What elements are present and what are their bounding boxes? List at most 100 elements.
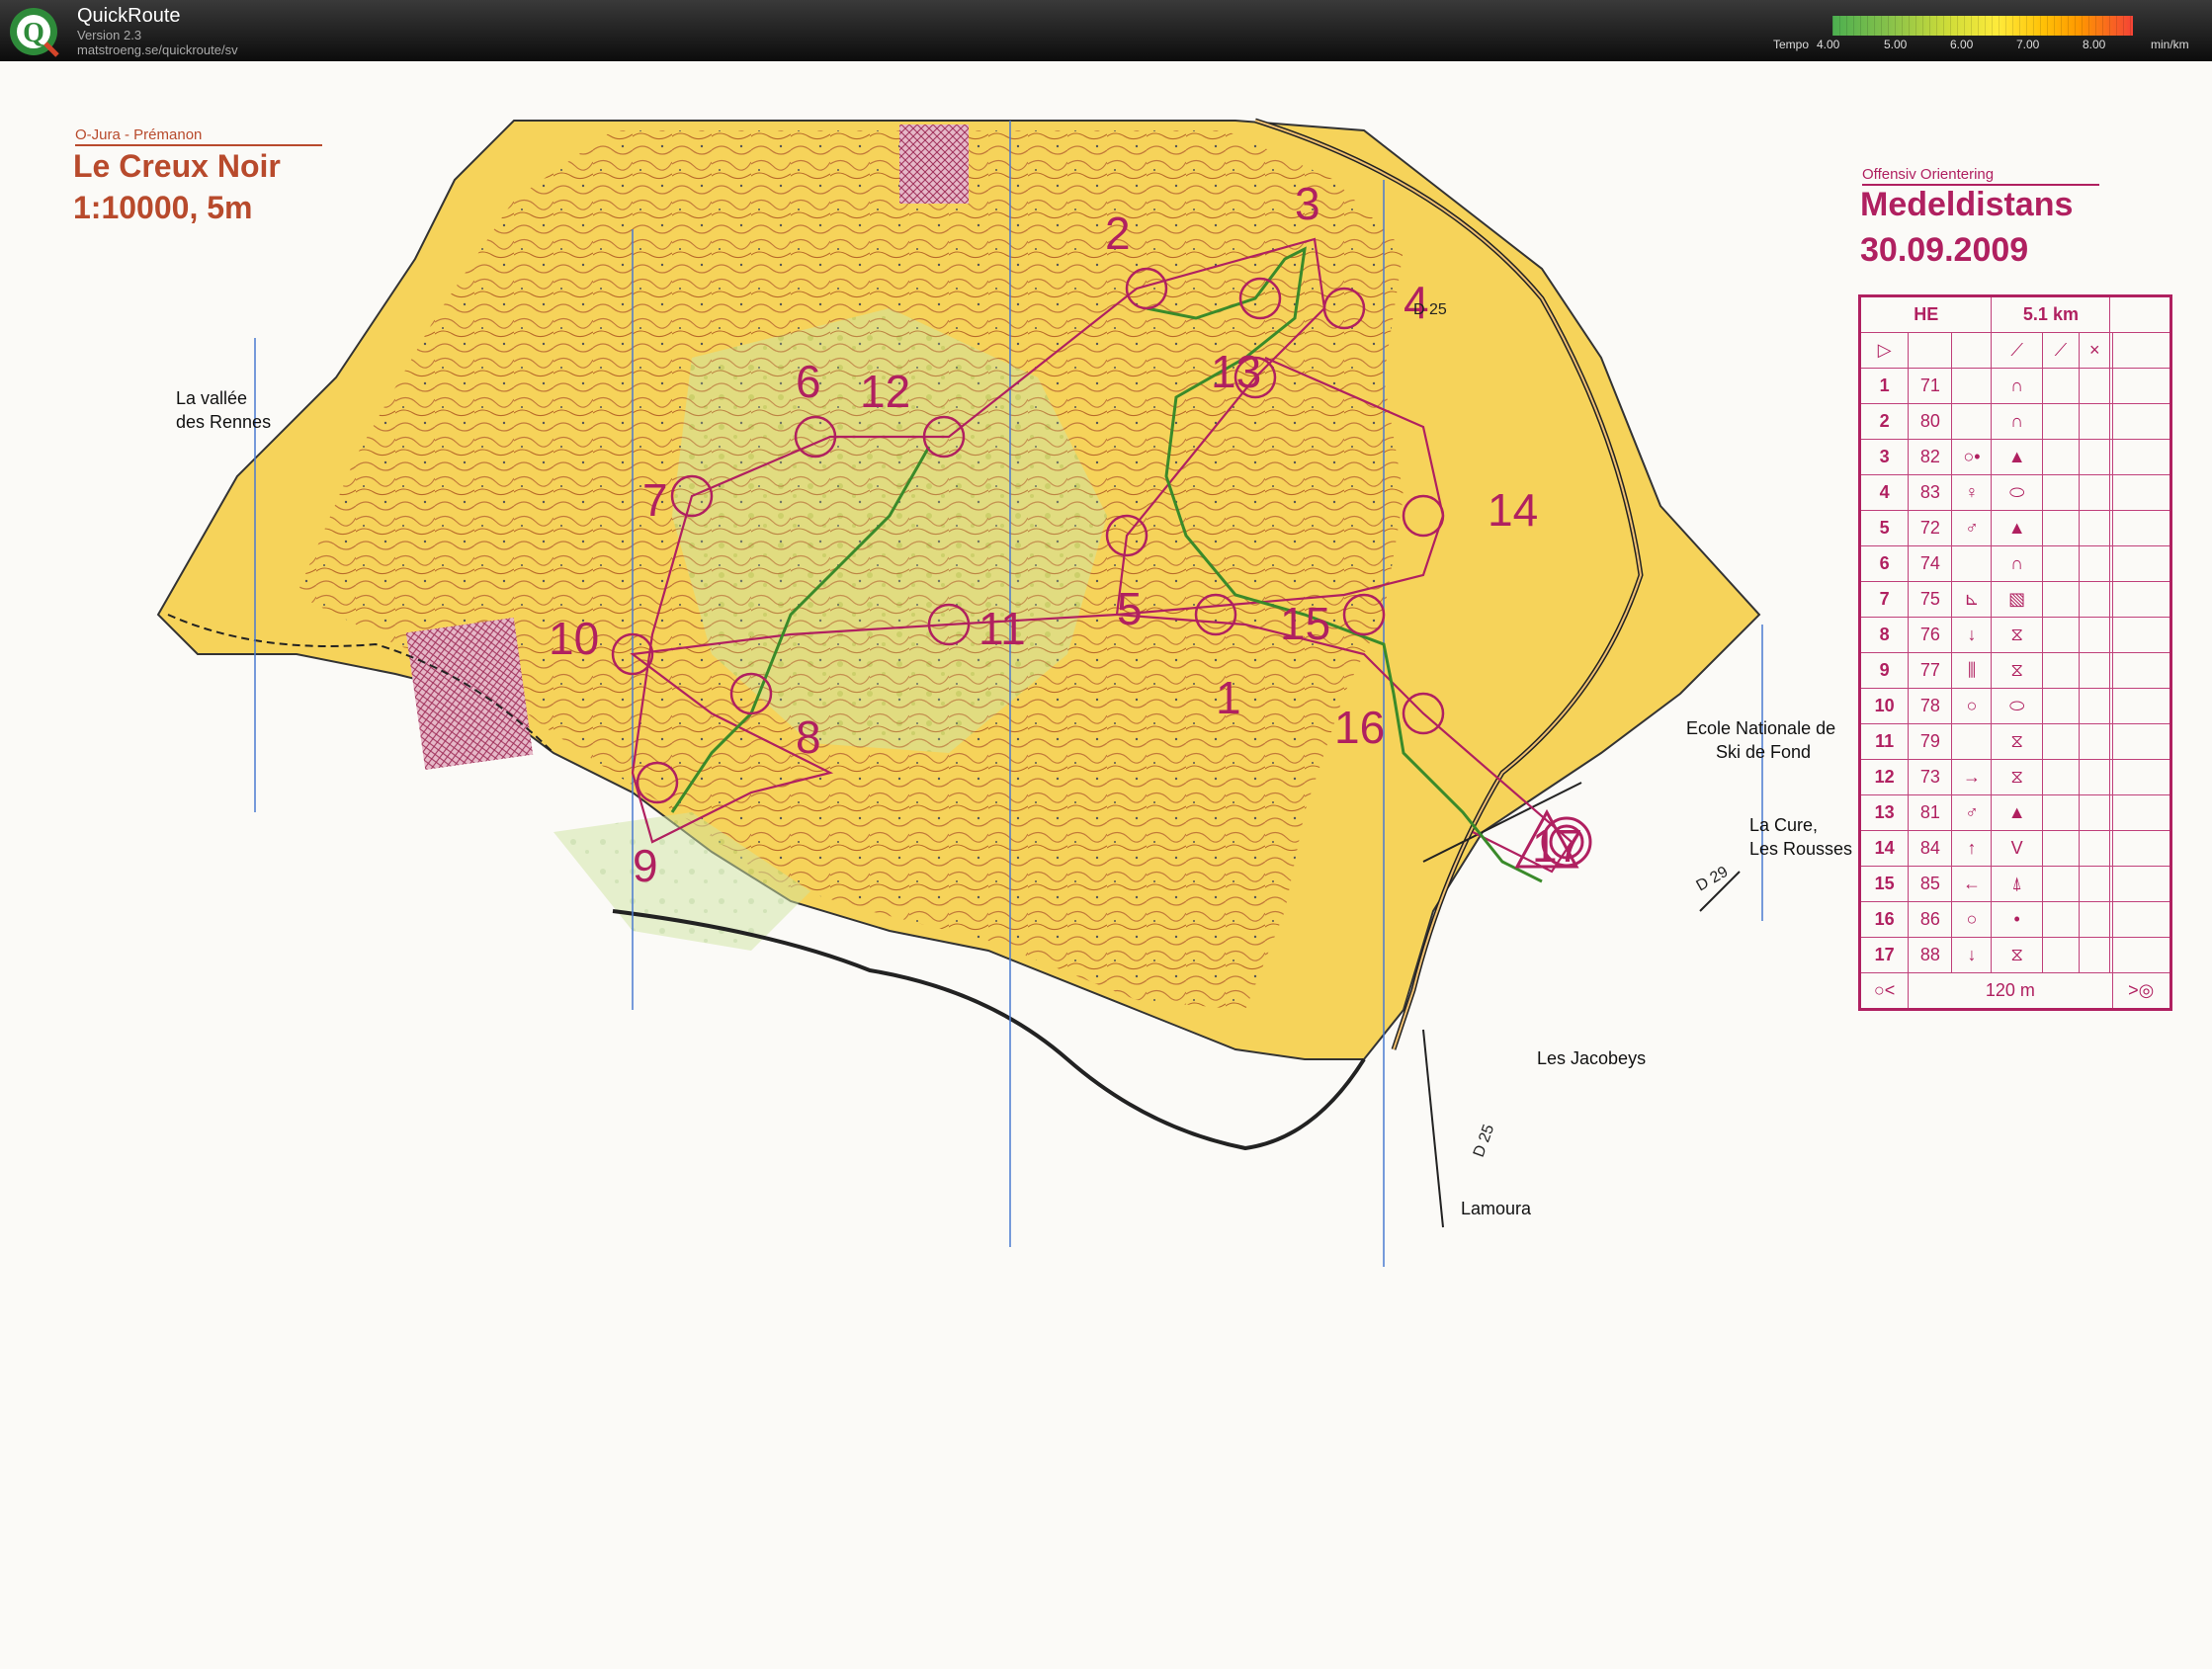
control-code-cell: 88 [1908, 937, 1953, 973]
place-label: Ski de Fond [1716, 742, 1812, 762]
empty-cell [2041, 617, 2080, 653]
title-underline [75, 144, 322, 146]
empty-cell [2111, 901, 2172, 938]
line-symbol-icon: ⟋ [2041, 332, 2080, 369]
feature-cell: ▲ [1991, 510, 2043, 546]
control-description-row: 4 83 ♀ ⬭ [1858, 474, 2172, 511]
control-number: 3 [1295, 178, 1320, 229]
empty-cell [2078, 368, 2111, 404]
control-code-cell: 78 [1908, 688, 1953, 724]
direction-cell: ♀ [1951, 474, 1993, 511]
map-name: Le Creux Noir [73, 148, 281, 184]
control-number-cell: 12 [1858, 759, 1910, 795]
empty-cell [2041, 510, 2080, 546]
direction-cell [1951, 368, 1993, 404]
empty-cell [2078, 439, 2111, 475]
direction-cell [1951, 403, 1993, 440]
feature-cell: ⧖ [1991, 617, 2043, 653]
empty-cell [2041, 474, 2080, 511]
direction-cell: ↑ [1951, 830, 1993, 867]
control-description-row: 6 74 ∩ [1858, 545, 2172, 582]
control-description-row: 16 86 ○ • [1858, 901, 2172, 938]
empty-cell [2078, 581, 2111, 618]
direction-cell: ↓ [1951, 617, 1993, 653]
empty-cell [2078, 830, 2111, 867]
control-number-cell: 14 [1858, 830, 1910, 867]
feature-cell: ⧖ [1991, 937, 2043, 973]
app-version: Version 2.3 [77, 28, 142, 42]
control-number: 12 [860, 366, 910, 417]
control-number: 14 [1488, 484, 1538, 536]
empty-cell [2041, 652, 2080, 689]
road-label: D 25 [1413, 301, 1447, 318]
empty-cell [2041, 830, 2080, 867]
empty-cell [2078, 723, 2111, 760]
control-number-cell: 10 [1858, 688, 1910, 724]
feature-cell: ⬭ [1991, 474, 2043, 511]
empty-cell [2111, 652, 2172, 689]
feature-cell: ∩ [1991, 545, 2043, 582]
control-number: 8 [796, 711, 821, 763]
empty-cell [2041, 866, 2080, 902]
map-paper[interactable]: 1 2 3 4 5 6 7 8 9 10 11 12 13 14 15 16 1… [0, 61, 2212, 1669]
control-description-row: 2 80 ∩ [1858, 403, 2172, 440]
control-description-row: 11 79 ⧖ [1858, 723, 2172, 760]
control-number: 6 [796, 356, 821, 407]
empty-cell [2041, 545, 2080, 582]
empty-cell [2111, 866, 2172, 902]
direction-cell: ⊾ [1951, 581, 1993, 618]
road-arrow [1422, 1029, 1444, 1228]
empty-cell [2078, 474, 2111, 511]
control-code-cell: 80 [1908, 403, 1953, 440]
place-label: des Rennes [176, 412, 272, 432]
control-number-cell: 8 [1858, 617, 1910, 653]
control-number-cell: 5 [1858, 510, 1910, 546]
feature-cell: ▲ [1991, 794, 2043, 831]
control-number-cell: 7 [1858, 581, 1910, 618]
feature-cell: ∩ [1991, 403, 2043, 440]
control-number: 11 [978, 603, 1026, 654]
finish-distance: 120 m [1908, 972, 2113, 1010]
pace-tick: 4.00 [1817, 38, 1840, 51]
empty-cell [2041, 581, 2080, 618]
control-number: 7 [642, 474, 668, 526]
organizer: Offensiv Orientering [1862, 166, 1995, 183]
empty-cell [2111, 617, 2172, 653]
feature-cell: ⬭ [1991, 688, 2043, 724]
app-url[interactable]: matstroeng.se/quickroute/sv [77, 42, 238, 57]
empty-cell [2041, 439, 2080, 475]
empty-cell [2111, 830, 2172, 867]
cross-symbol-icon: × [2078, 332, 2111, 369]
map-scale: 1:10000, 5m [73, 190, 253, 225]
direction-cell: ○• [1951, 439, 1993, 475]
control-number-cell: 1 [1858, 368, 1910, 404]
pace-legend-grid [1832, 16, 2133, 36]
place-label: Les Rousses [1749, 839, 1853, 859]
pace-tick: 6.00 [1950, 38, 1974, 51]
control-number-cell: 17 [1858, 937, 1910, 973]
control-code-cell: 74 [1908, 545, 1953, 582]
direction-cell: ⫼ [1951, 652, 1993, 689]
restricted-area [899, 125, 969, 204]
control-number-cell: 16 [1858, 901, 1910, 938]
control-description-row: 12 73 → ⧖ [1858, 759, 2172, 795]
direction-cell: ↓ [1951, 937, 1993, 973]
control-description-row: 8 76 ↓ ⧖ [1858, 617, 2172, 653]
road-label: D 25 [1471, 1123, 1498, 1160]
control-description-row: 5 72 ♂ ▲ [1858, 510, 2172, 546]
feature-cell: ⧖ [1991, 759, 2043, 795]
empty-cell [2111, 403, 2172, 440]
empty-cell [2111, 794, 2172, 831]
control-code-cell: 81 [1908, 794, 1953, 831]
control-number: 15 [1280, 598, 1330, 649]
empty-cell [2111, 368, 2172, 404]
feature-cell: ▲ [1991, 439, 2043, 475]
control-description-row: 9 77 ⫼ ⧖ [1858, 652, 2172, 689]
control-number: 9 [633, 840, 658, 891]
control-code-cell: 73 [1908, 759, 1953, 795]
line-symbol-icon: ⟋ [1991, 332, 2043, 369]
direction-cell [1951, 723, 1993, 760]
direction-cell: ♂ [1951, 794, 1993, 831]
event-date: 30.09.2009 [1860, 231, 2029, 269]
app-header: Q QuickRoute Version 2.3 matstroeng.se/q… [0, 0, 2212, 61]
